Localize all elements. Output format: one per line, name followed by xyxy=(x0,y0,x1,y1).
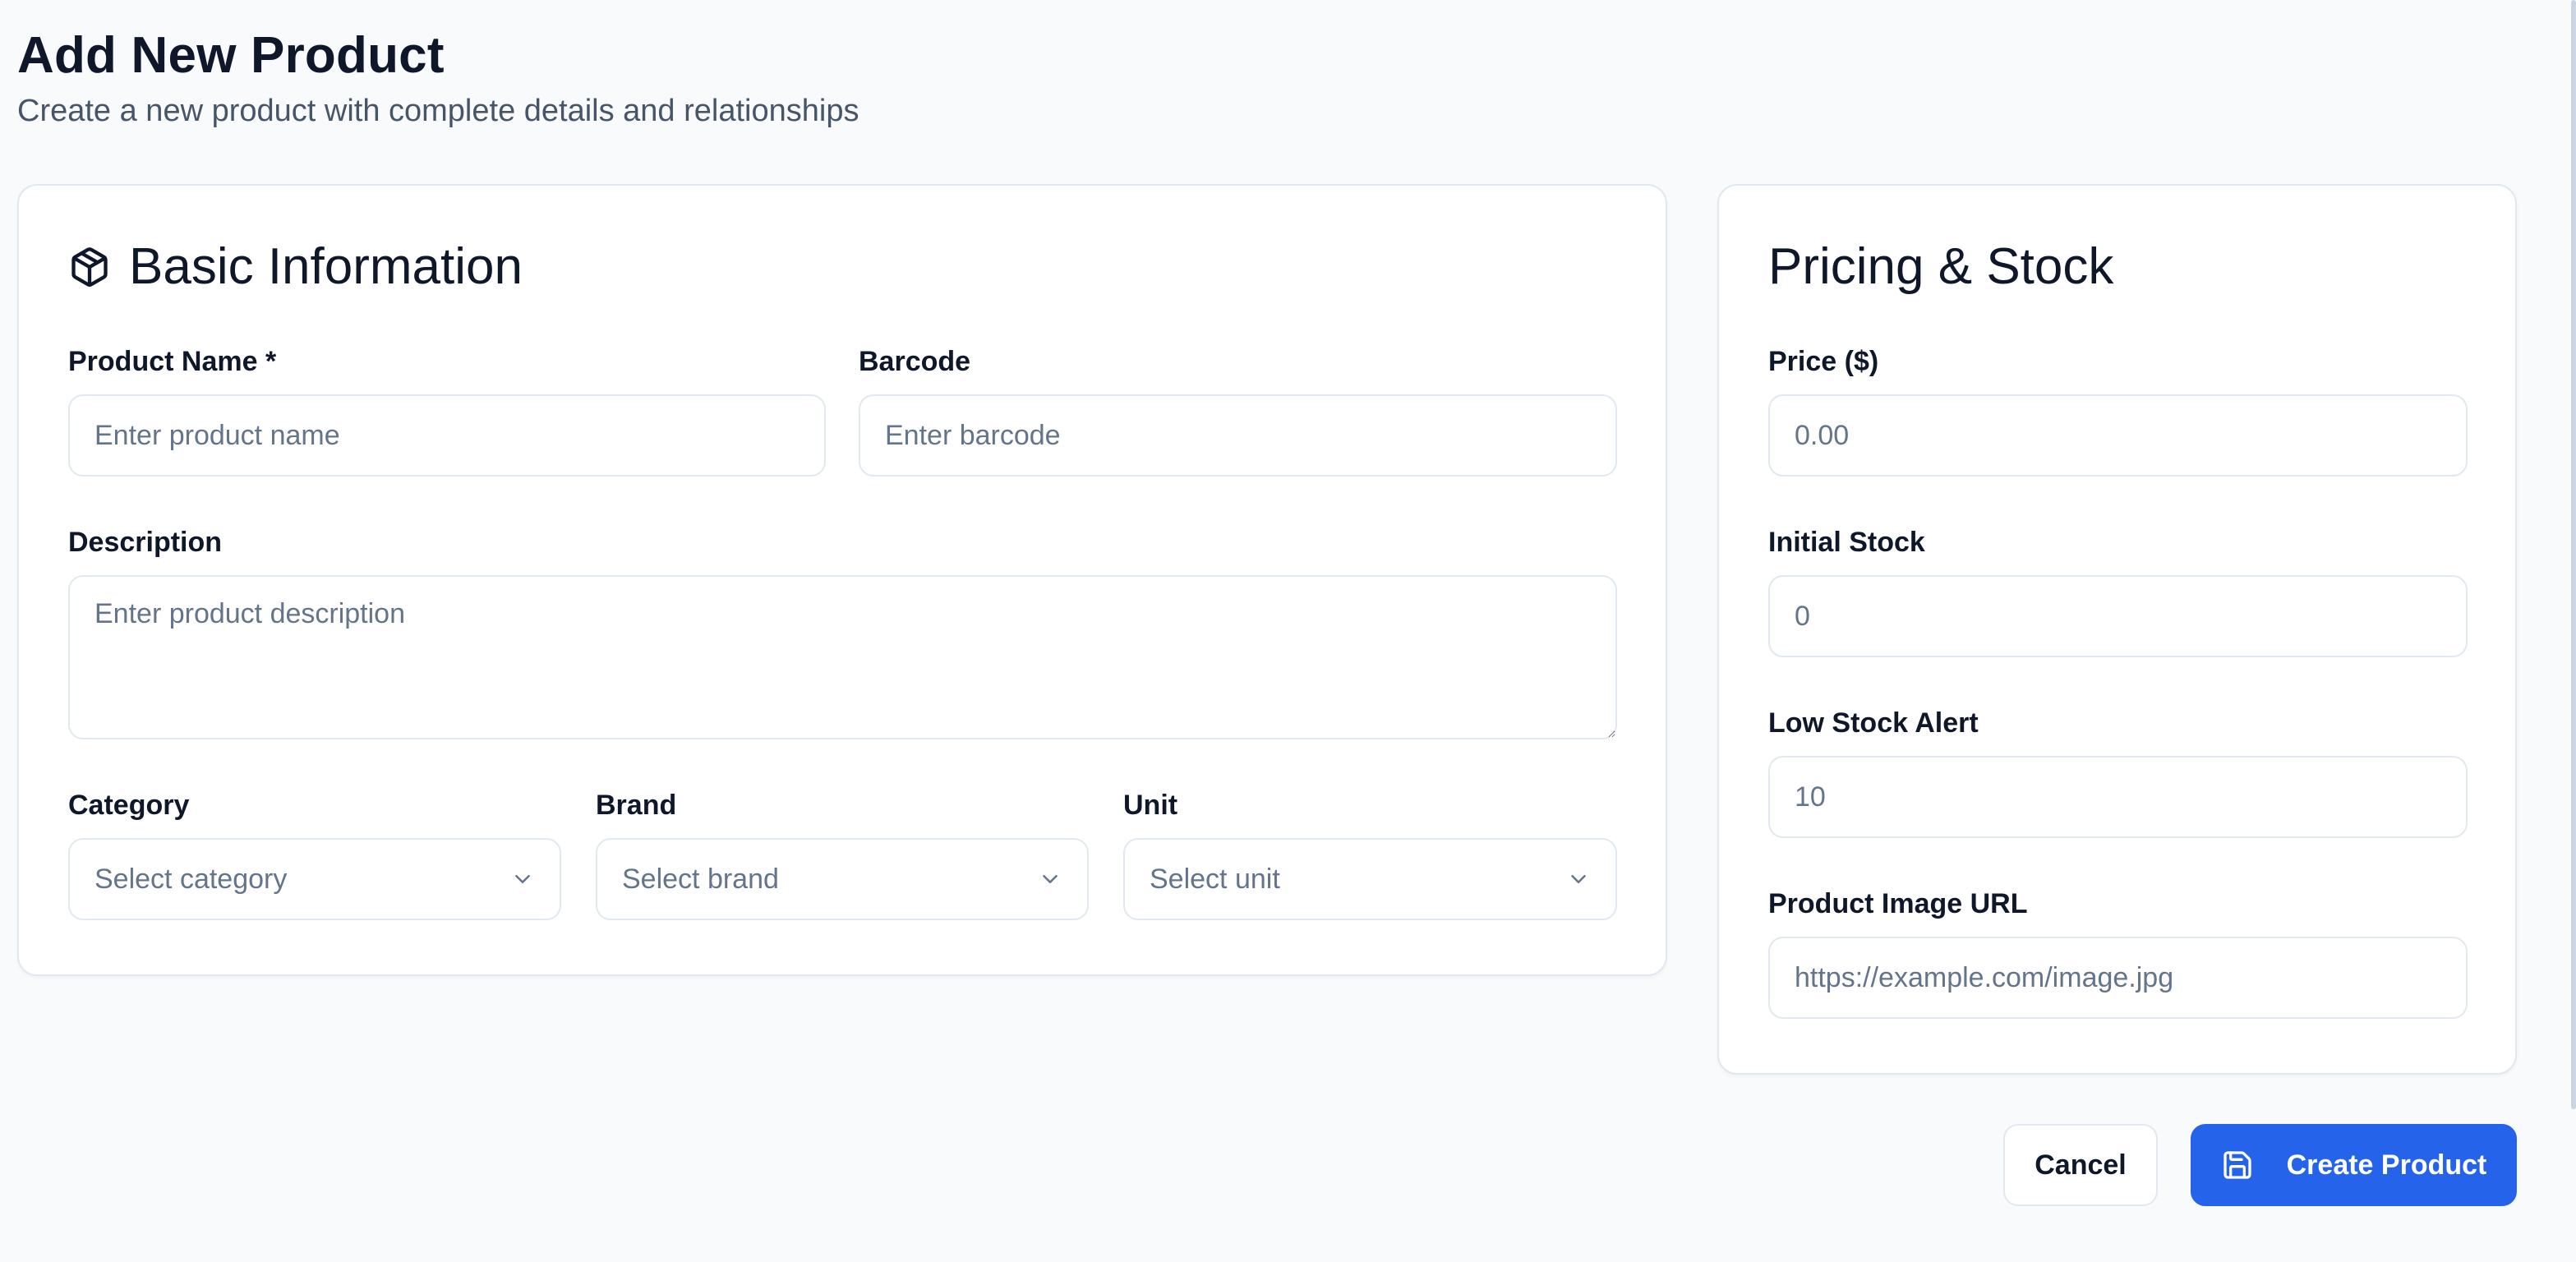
brand-label: Brand xyxy=(596,790,677,821)
create-product-button[interactable]: Create Product xyxy=(2191,1124,2517,1206)
initial-stock-label: Initial Stock xyxy=(1768,527,1925,558)
chevron-down-icon xyxy=(510,867,535,891)
page-title: Add New Product xyxy=(17,27,445,84)
barcode-field: Barcode xyxy=(859,345,1617,477)
barcode-input[interactable] xyxy=(859,394,1617,477)
barcode-label: Barcode xyxy=(859,346,971,377)
page-scrollbar[interactable] xyxy=(2571,0,2576,1109)
description-field: Description xyxy=(68,526,1617,741)
brand-select-value: Select brand xyxy=(622,863,779,895)
initial-stock-input[interactable] xyxy=(1768,575,2468,657)
brand-select[interactable]: Select brand xyxy=(596,838,1089,920)
category-field: Category Select category xyxy=(68,789,561,920)
description-label: Description xyxy=(68,527,223,558)
category-select-value: Select category xyxy=(94,863,288,895)
basic-information-title: Basic Information xyxy=(129,238,523,295)
product-name-input[interactable] xyxy=(68,394,826,477)
create-product-button-label: Create Product xyxy=(2286,1149,2487,1181)
cancel-button[interactable]: Cancel xyxy=(2003,1124,2158,1206)
low-stock-alert-input[interactable] xyxy=(1768,756,2468,838)
description-textarea[interactable] xyxy=(68,575,1617,739)
pricing-stock-card: Pricing & Stock Price ($) Initial Stock … xyxy=(1717,184,2517,1075)
product-name-label: Product Name * xyxy=(68,346,277,377)
price-field: Price ($) xyxy=(1768,345,2468,477)
unit-label: Unit xyxy=(1123,790,1178,821)
low-stock-alert-field: Low Stock Alert xyxy=(1768,707,2468,838)
cancel-button-label: Cancel xyxy=(2035,1149,2127,1181)
product-image-url-label: Product Image URL xyxy=(1768,888,2028,919)
initial-stock-field: Initial Stock xyxy=(1768,526,2468,657)
pricing-stock-title: Pricing & Stock xyxy=(1768,238,2114,295)
chevron-down-icon xyxy=(1566,867,1591,891)
basic-information-heading: Basic Information xyxy=(68,235,523,299)
unit-select-value: Select unit xyxy=(1150,863,1280,895)
package-icon xyxy=(68,246,111,288)
category-label: Category xyxy=(68,790,190,821)
price-input[interactable] xyxy=(1768,394,2468,477)
page-subtitle: Create a new product with complete detai… xyxy=(17,94,859,128)
unit-field: Unit Select unit xyxy=(1123,789,1617,920)
category-select[interactable]: Select category xyxy=(68,838,561,920)
save-icon xyxy=(2221,1149,2254,1181)
page-header: Add New Product Create a new product wit… xyxy=(17,25,859,130)
price-label: Price ($) xyxy=(1768,346,1879,377)
pricing-stock-heading: Pricing & Stock xyxy=(1768,235,2113,299)
chevron-down-icon xyxy=(1038,867,1062,891)
brand-field: Brand Select brand xyxy=(596,789,1089,920)
product-image-url-input[interactable] xyxy=(1768,937,2468,1019)
basic-information-card: Basic Information Product Name * Barcode… xyxy=(17,184,1667,976)
product-image-url-field: Product Image URL xyxy=(1768,887,2468,1019)
product-name-field: Product Name * xyxy=(68,345,826,477)
unit-select[interactable]: Select unit xyxy=(1123,838,1617,920)
low-stock-alert-label: Low Stock Alert xyxy=(1768,707,1979,739)
